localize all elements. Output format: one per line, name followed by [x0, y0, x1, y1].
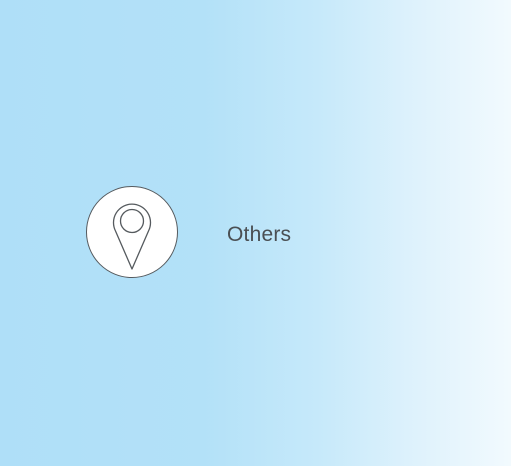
- category-icon-circle[interactable]: [86, 186, 178, 278]
- map-pin-icon: [112, 203, 152, 270]
- category-label[interactable]: Others: [227, 223, 291, 247]
- category-item-others[interactable]: Others: [86, 186, 291, 278]
- page-background: Others: [0, 0, 511, 466]
